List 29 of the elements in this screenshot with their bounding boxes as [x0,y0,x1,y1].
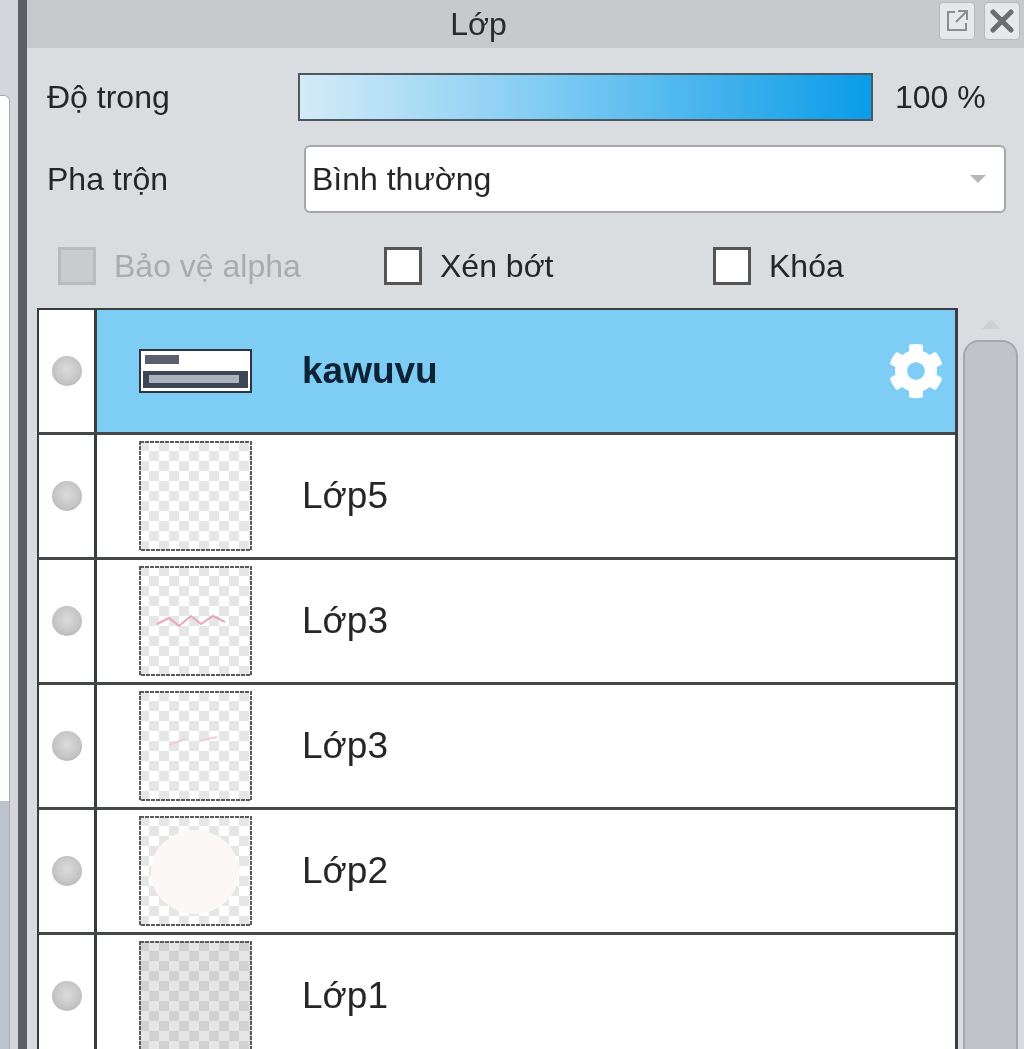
close-icon [990,9,1014,33]
checkbox[interactable] [384,247,422,285]
splitter-bar[interactable] [18,0,27,1049]
blend-mode-dropdown[interactable]: Bình thường [304,145,1006,213]
dot-icon[interactable] [51,356,82,386]
layer-name: Lớp2 [302,850,388,892]
dot-icon[interactable] [51,481,82,511]
layer-name: Lớp1 [302,975,388,1017]
layer-name: Lớp3 [302,725,388,767]
gear-icon[interactable] [888,343,944,399]
panel-title: Lớp [450,5,507,44]
dot-icon[interactable] [51,856,82,886]
pop-out-button[interactable] [939,2,975,40]
blend-mode-label: Pha trộn [47,160,168,198]
dot-icon[interactable] [51,606,82,636]
scrollbar-thumb[interactable] [963,340,1018,1049]
layer-name: Lớp5 [302,475,388,517]
layer-name: kawuvu [302,350,438,392]
checkbox-label: Khóa [769,247,844,285]
pop-out-icon [945,9,969,33]
checkbox[interactable] [713,247,751,285]
caret-icon [970,175,986,183]
checkbox-label: Xén bớt [440,247,554,285]
layer-name: Lớp3 [302,600,388,642]
opacity-value: 100 % [895,78,987,116]
close-button[interactable] [984,2,1020,40]
dot-icon[interactable] [51,731,82,761]
dot-icon[interactable] [51,981,82,1011]
opacity-label: Độ trong [47,78,170,116]
